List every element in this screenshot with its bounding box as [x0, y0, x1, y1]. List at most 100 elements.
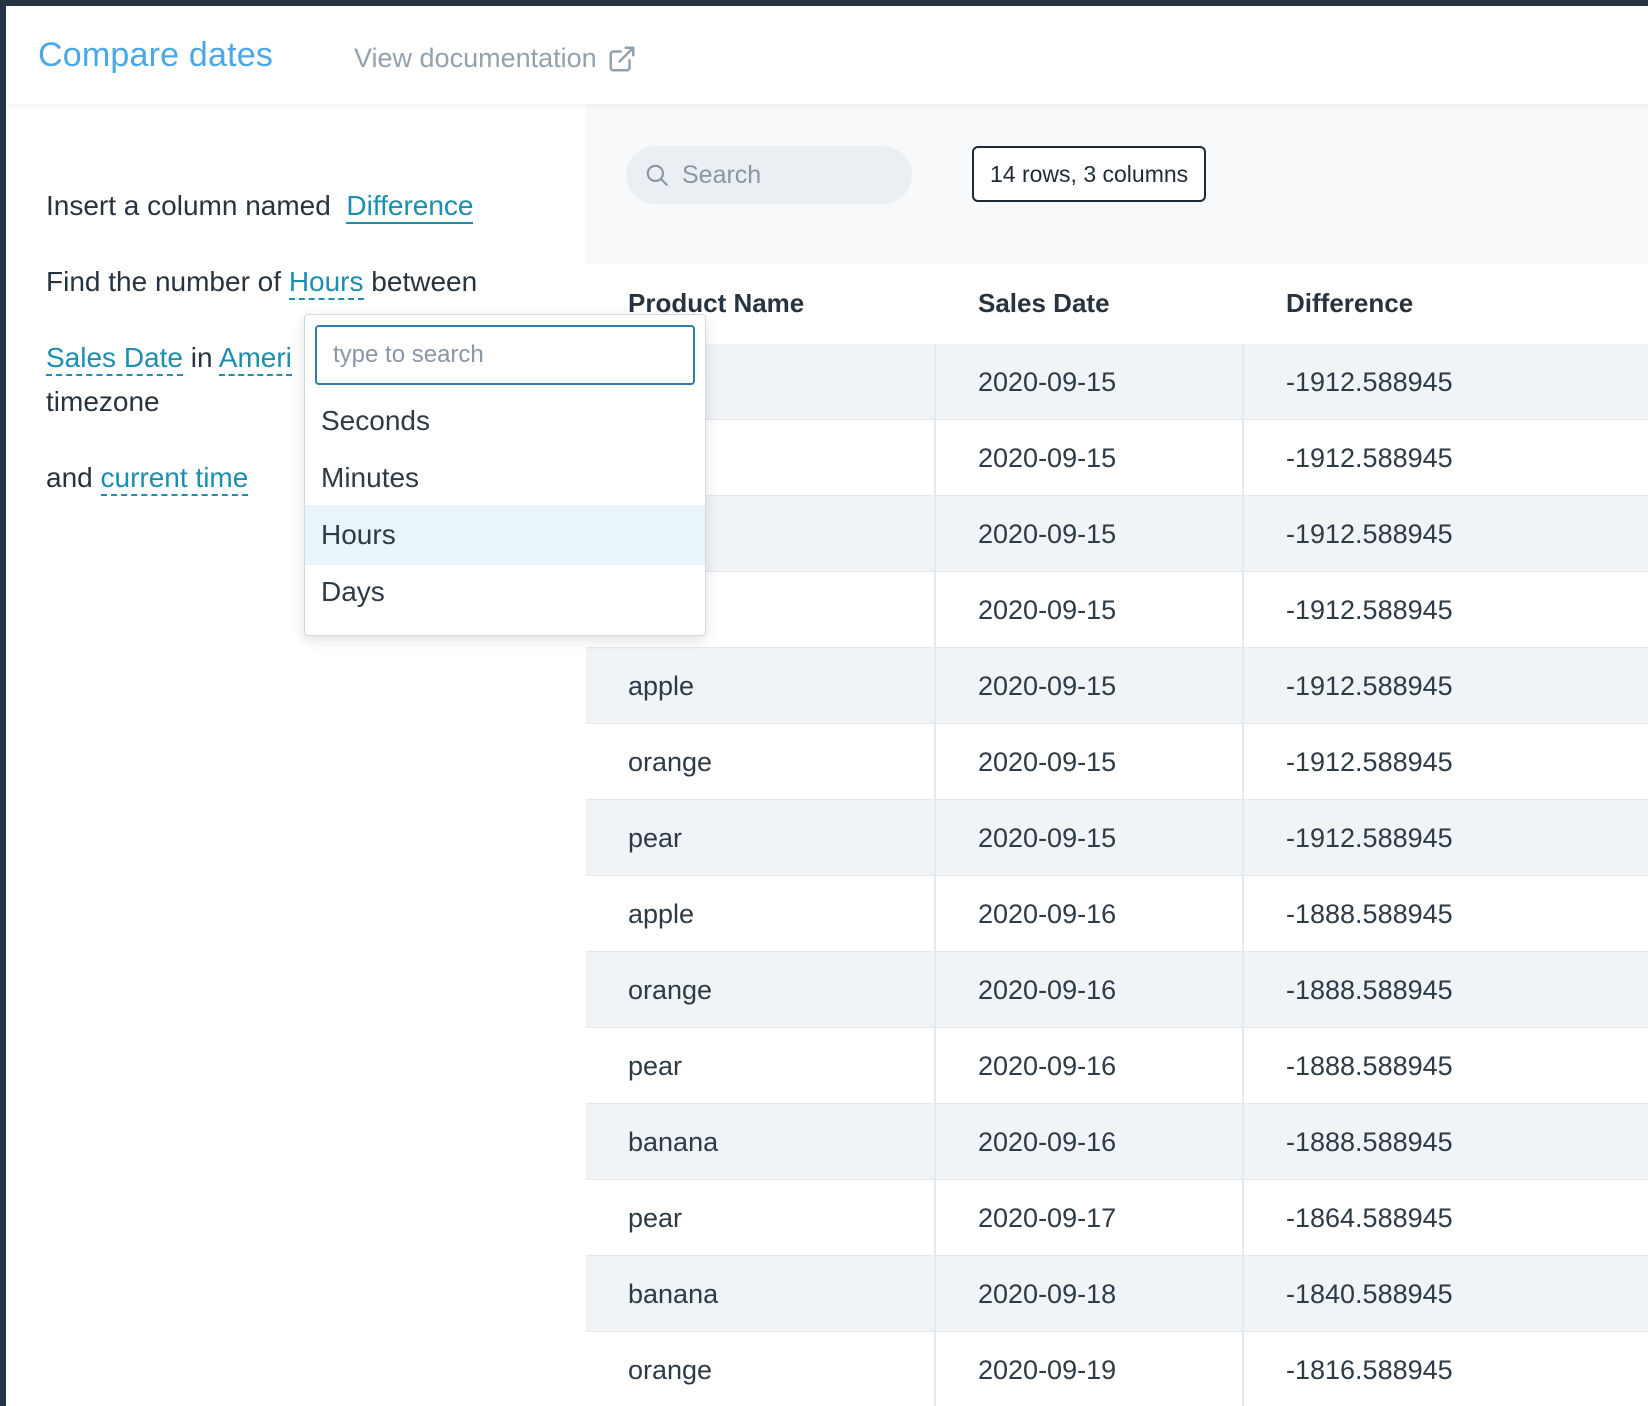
- table-row: orange 2020-09-15 -1912.588945: [586, 724, 1648, 800]
- cell-difference: -1864.588945: [1286, 1202, 1453, 1233]
- cell-sales-date: 2020-09-16: [978, 1050, 1117, 1081]
- column-divider: [1242, 1104, 1244, 1180]
- cell-product-name: apple: [628, 898, 695, 929]
- cell-product-name: banana: [628, 1278, 719, 1309]
- column-header-difference[interactable]: Difference: [1286, 288, 1413, 319]
- column-header-sales-date[interactable]: Sales Date: [978, 288, 1110, 319]
- in-label: in: [190, 342, 213, 373]
- dropdown-option-minutes[interactable]: Minutes: [305, 448, 705, 508]
- column-divider: [1242, 1180, 1244, 1256]
- cell-difference: -1840.588945: [1286, 1278, 1453, 1309]
- search-placeholder: Search: [682, 160, 762, 189]
- cell-difference: -1888.588945: [1286, 1126, 1453, 1157]
- cell-product-name: orange: [628, 974, 713, 1005]
- cell-difference: -1912.588945: [1286, 746, 1453, 777]
- table-panel: Search 14 rows, 3 columns Product Name S…: [586, 104, 1648, 1406]
- column-divider: [934, 952, 936, 1028]
- cell-product-name: banana: [628, 1126, 719, 1157]
- unit-selector[interactable]: Hours: [288, 266, 364, 300]
- table-search-input[interactable]: Search: [626, 146, 912, 204]
- cell-difference: -1912.588945: [1286, 594, 1453, 625]
- table-row: ge2020-09-15-1912.588945: [586, 420, 1648, 496]
- cell-sales-date: 2020-09-15: [978, 670, 1117, 701]
- column-divider: [934, 648, 936, 724]
- column-divider: [1242, 572, 1244, 648]
- cell-sales-date: 2020-09-17: [978, 1202, 1117, 1233]
- table-row: apple 2020-09-15 -1912.588945: [586, 648, 1648, 724]
- cell-sales-date: 2020-09-15: [978, 594, 1117, 625]
- dropdown-option-seconds[interactable]: Seconds: [305, 391, 705, 451]
- timezone-label: timezone: [46, 386, 160, 417]
- column-divider: [934, 1028, 936, 1104]
- table-row: orange 2020-09-16 -1888.588945: [586, 952, 1648, 1028]
- cell-difference: -1888.588945: [1286, 1050, 1453, 1081]
- and-label: and: [46, 462, 93, 493]
- dropdown-option-hours[interactable]: Hours: [305, 505, 705, 565]
- column-divider: [934, 876, 936, 952]
- column-divider: [934, 1256, 936, 1332]
- column-name-input[interactable]: Difference: [346, 190, 474, 224]
- date-column-selector[interactable]: Sales Date: [46, 342, 183, 376]
- between-label: between: [371, 266, 478, 297]
- table-row: 2020-09-15 -1912.588945: [586, 496, 1648, 572]
- cell-product-name: pear: [628, 1050, 683, 1081]
- dropdown-search-input[interactable]: type to search: [315, 325, 695, 385]
- external-link-icon: [609, 46, 635, 71]
- cell-sales-date: 2020-09-15: [978, 746, 1117, 777]
- column-divider: [1242, 952, 1244, 1028]
- column-divider: [1242, 1028, 1244, 1104]
- table-row: pear 2020-09-15 -1912.588945: [586, 800, 1648, 876]
- cell-sales-date: 2020-09-15: [978, 442, 1117, 473]
- compare-to-sentence: and current time: [46, 462, 249, 496]
- table-row: apple 2020-09-16 -1888.588945: [586, 876, 1648, 952]
- table-row: orange 2020-09-19 -1816.588945: [586, 1332, 1648, 1406]
- column-divider: [934, 344, 936, 420]
- doc-link-label: View documentation: [354, 43, 597, 73]
- search-icon: [646, 164, 668, 186]
- cell-sales-date: 2020-09-19: [978, 1354, 1117, 1385]
- table-header: Product Name Sales Date Difference: [586, 264, 1648, 344]
- column-divider: [1242, 648, 1244, 724]
- cell-difference: -1912.588945: [1286, 670, 1453, 701]
- cell-sales-date: 2020-09-18: [978, 1278, 1117, 1309]
- table-body: e2020-09-15-1912.588945ge2020-09-15-1912…: [586, 344, 1648, 1406]
- cell-sales-date: 2020-09-15: [978, 822, 1117, 853]
- column-divider: [934, 572, 936, 648]
- cell-product-name: orange: [628, 1354, 713, 1385]
- step-config-panel: Insert a column named Difference Find th…: [6, 104, 586, 1406]
- cell-sales-date: 2020-09-16: [978, 1126, 1117, 1157]
- unit-label: Find the number of: [46, 266, 282, 297]
- column-divider: [934, 1332, 936, 1406]
- cell-difference: -1912.588945: [1286, 442, 1453, 473]
- view-documentation-link[interactable]: View documentation: [354, 43, 637, 74]
- cell-product-name: pear: [628, 822, 683, 853]
- cell-product-name: pear: [628, 1202, 683, 1233]
- cell-sales-date: 2020-09-16: [978, 898, 1117, 929]
- column-divider: [1242, 344, 1244, 420]
- rows-columns-badge: 14 rows, 3 columns: [972, 146, 1207, 202]
- cell-difference: -1912.588945: [1286, 366, 1453, 397]
- column-divider: [1242, 1332, 1244, 1406]
- cell-difference: -1888.588945: [1286, 974, 1453, 1005]
- column-divider: [1242, 724, 1244, 800]
- date-column-sentence: Sales Date in Ameri: [46, 342, 292, 376]
- table-row: banana 2020-09-18 -1840.588945: [586, 1256, 1648, 1332]
- table-row: banana 2020-09-16 -1888.588945: [586, 1104, 1648, 1180]
- cell-difference: -1816.588945: [1286, 1354, 1453, 1385]
- compare-to-selector[interactable]: current time: [100, 462, 249, 496]
- column-name-sentence: Insert a column named Difference: [46, 190, 474, 224]
- table-row: pear 2020-09-17 -1864.588945: [586, 1180, 1648, 1256]
- timezone-selector[interactable]: Ameri: [218, 342, 292, 376]
- cell-product-name: apple: [628, 670, 695, 701]
- column-divider: [934, 1180, 936, 1256]
- table-row: pear 2020-09-16 -1888.588945: [586, 1028, 1648, 1104]
- column-divider: [1242, 876, 1244, 952]
- column-divider: [934, 496, 936, 572]
- cell-difference: -1912.588945: [1286, 822, 1453, 853]
- compare-dates-window: Compare dates View documentation Insert …: [6, 6, 1648, 1406]
- column-divider: [934, 1104, 936, 1180]
- column-divider: [934, 420, 936, 496]
- cell-product-name: orange: [628, 746, 713, 777]
- dropdown-option-days[interactable]: Days: [305, 562, 705, 622]
- page-title: Compare dates: [38, 36, 274, 74]
